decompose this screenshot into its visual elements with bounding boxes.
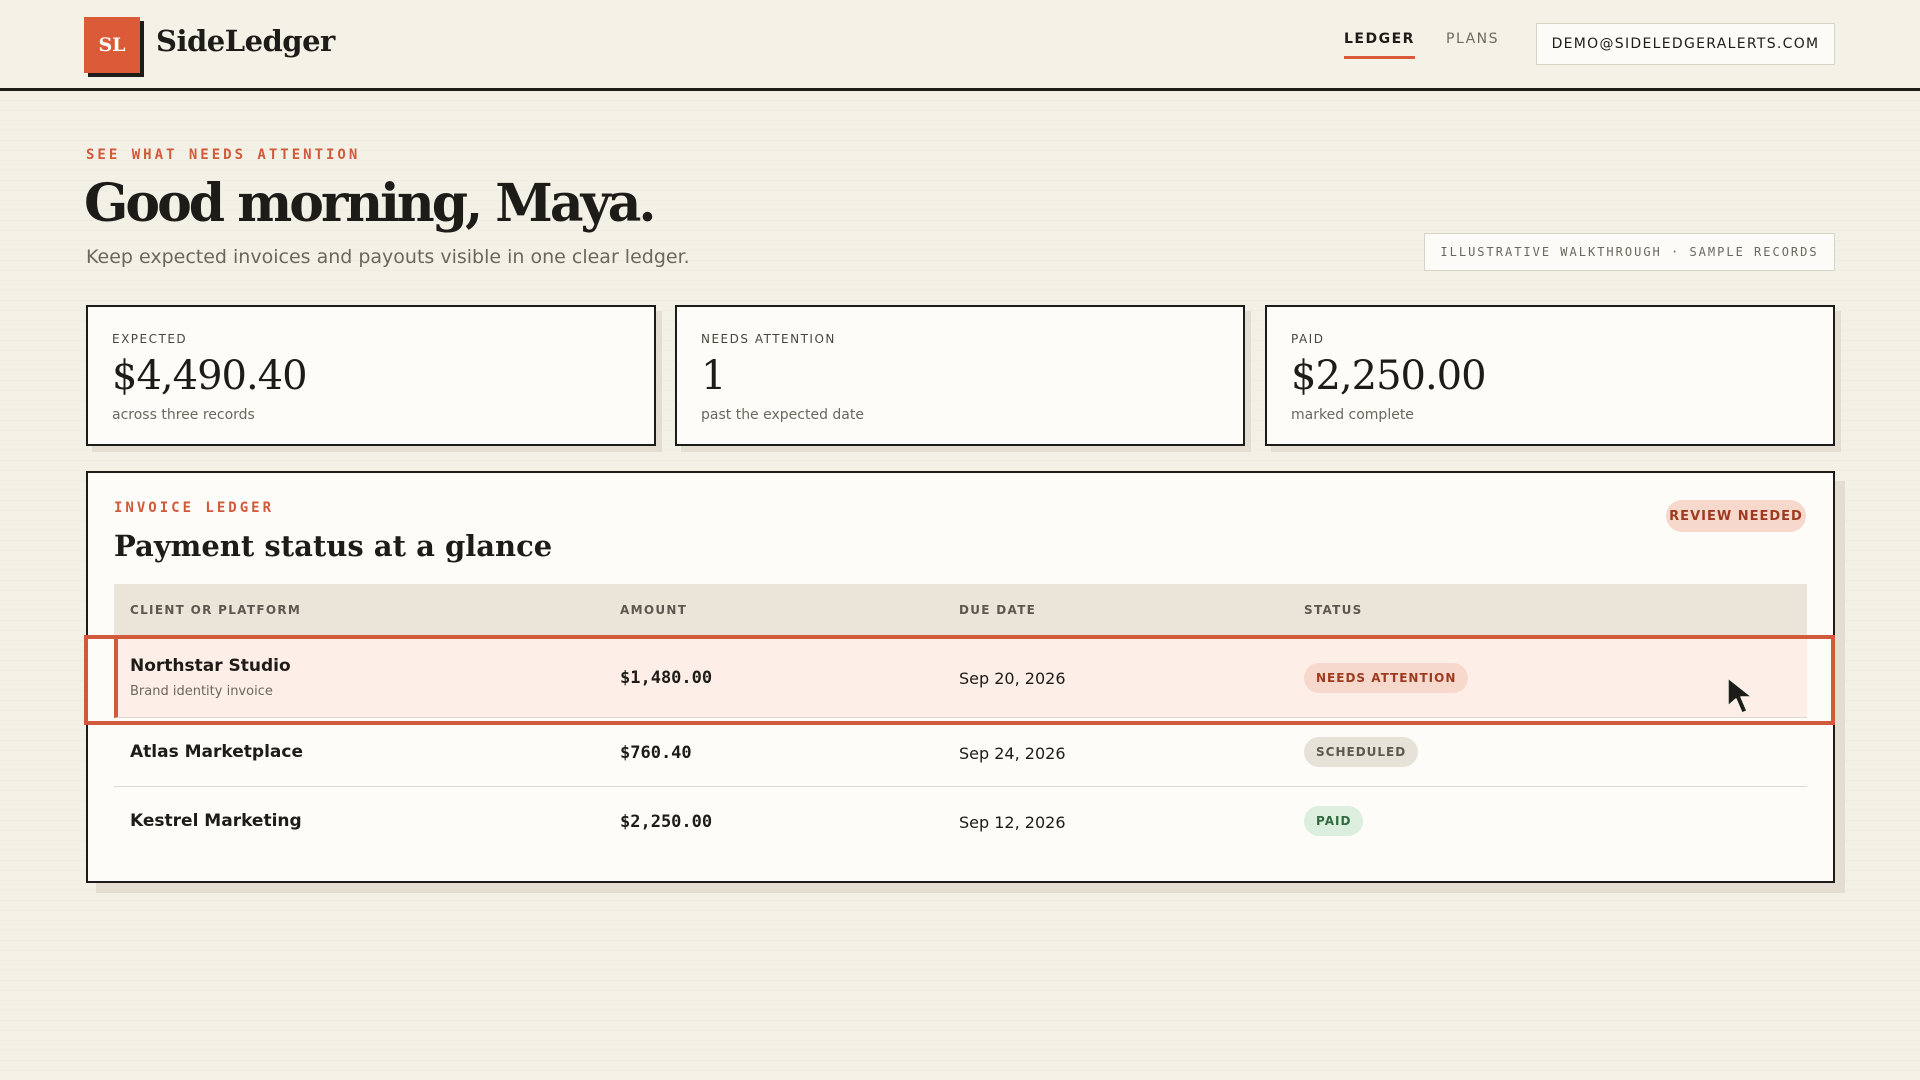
page-subtitle: Keep expected invoices and payouts visib… (86, 246, 690, 268)
ledger-title: Payment status at a glance (114, 529, 553, 563)
row-amount: $760.40 (620, 743, 692, 763)
intro-eyebrow: SEE WHAT NEEDS ATTENTION (86, 147, 361, 163)
card-value: $4,490.40 (112, 353, 308, 399)
walkthrough-badge: ILLUSTRATIVE WALKTHROUGH · SAMPLE RECORD… (1424, 233, 1835, 271)
row-due-date: Sep 12, 2026 (959, 813, 1066, 832)
row-client: Kestrel Marketing (130, 811, 302, 831)
card-value: $2,250.00 (1291, 353, 1487, 399)
ledger-eyebrow: INVOICE LEDGER (114, 500, 275, 516)
row-detail: Brand identity invoice (130, 684, 273, 699)
logo-initials: SL (84, 17, 140, 73)
column-header-due-date[interactable]: DUE DATE (959, 603, 1036, 617)
column-header-status[interactable]: STATUS (1304, 603, 1363, 617)
card-note: across three records (112, 407, 255, 423)
status-pill-needs-attention: NEEDS ATTENTION (1304, 663, 1469, 693)
row-amount: $1,480.00 (620, 668, 713, 688)
card-label: EXPECTED (112, 332, 188, 346)
card-note: past the expected date (701, 407, 864, 423)
card-note: marked complete (1291, 407, 1414, 423)
top-header: SL SideLedger LEDGER PLANS DEMO@SIDELEDG… (0, 0, 1920, 91)
table-row-northstar[interactable]: Northstar Studio Brand identity invoice … (114, 638, 1807, 718)
card-label: PAID (1291, 332, 1325, 346)
row-amount: $2,250.00 (620, 812, 713, 832)
summary-card-needs-attention: NEEDS ATTENTION 1 past the expected date (675, 305, 1245, 446)
nav-plans[interactable]: PLANS (1446, 31, 1499, 47)
review-needed-badge[interactable]: REVIEW NEEDED (1666, 500, 1806, 532)
row-due-date: Sep 20, 2026 (959, 669, 1066, 688)
status-pill-scheduled: SCHEDULED (1304, 737, 1419, 767)
column-header-amount[interactable]: AMOUNT (620, 603, 687, 617)
logo-mark[interactable]: SL (84, 17, 144, 77)
mouse-cursor-icon (1727, 677, 1753, 714)
row-client: Northstar Studio (130, 656, 291, 676)
row-due-date: Sep 24, 2026 (959, 744, 1066, 763)
table-row-atlas[interactable]: Atlas Marketplace $760.40 Sep 24, 2026 S… (114, 718, 1807, 787)
app-name[interactable]: SideLedger (156, 24, 335, 58)
table-header: CLIENT OR PLATFORM AMOUNT DUE DATE STATU… (114, 584, 1807, 636)
invoice-ledger-panel: INVOICE LEDGER Payment status at a glanc… (86, 471, 1835, 883)
row-client: Atlas Marketplace (130, 742, 303, 762)
card-label: NEEDS ATTENTION (701, 332, 836, 346)
table-row-kestrel[interactable]: Kestrel Marketing $2,250.00 Sep 12, 2026… (114, 787, 1807, 856)
summary-card-expected: EXPECTED $4,490.40 across three records (86, 305, 656, 446)
summary-card-paid: PAID $2,250.00 marked complete (1265, 305, 1835, 446)
card-value: 1 (701, 353, 726, 399)
nav-ledger[interactable]: LEDGER (1344, 31, 1415, 59)
column-header-client[interactable]: CLIENT OR PLATFORM (130, 603, 301, 617)
page-greeting: Good morning, Maya. (84, 173, 657, 234)
status-pill-paid: PAID (1304, 806, 1364, 836)
account-email-button[interactable]: DEMO@SIDELEDGERALERTS.COM (1536, 23, 1835, 65)
